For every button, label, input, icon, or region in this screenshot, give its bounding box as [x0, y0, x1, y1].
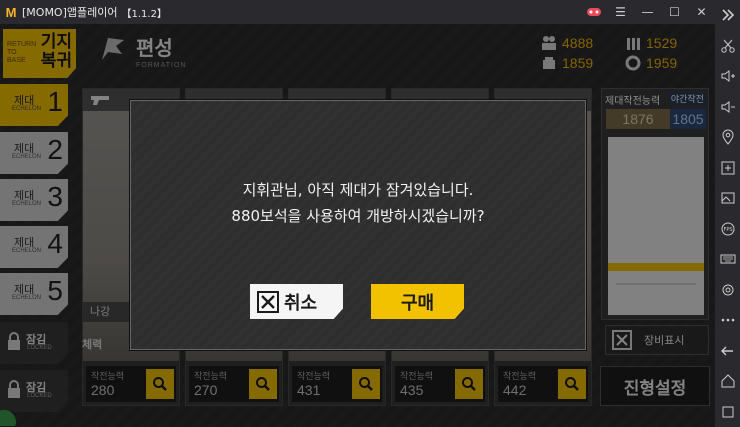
menu-icon[interactable]: ☰: [607, 0, 634, 24]
screenshot-icon[interactable]: [715, 183, 740, 214]
cancel-button[interactable]: 취소: [250, 284, 343, 319]
unlock-echelon-dialog: 지휘관님, 아직 제대가 잠겨있습니다. 880보석을 사용하여 개방하시겠습니…: [130, 100, 586, 350]
close-icon[interactable]: ✕: [688, 0, 715, 24]
cancel-label: 취소: [284, 292, 318, 314]
collapse-icon[interactable]: [715, 0, 740, 31]
close-icon: [257, 290, 279, 313]
window-version: 【1.1.2】: [121, 8, 167, 20]
window-title: [MOMO]앱플레이어: [22, 6, 118, 19]
dialog-message-line-2: 880보석을 사용하여 개방하시겠습니까?: [231, 207, 485, 225]
app-logo-icon: M: [5, 4, 17, 20]
scissors-icon[interactable]: [715, 31, 740, 62]
back-icon[interactable]: [715, 336, 740, 367]
install-apk-icon[interactable]: [715, 153, 740, 184]
emulator-sidebar: FPS: [715, 0, 740, 427]
minimize-icon[interactable]: —: [634, 0, 661, 24]
volume-down-icon[interactable]: [715, 92, 740, 123]
buy-button[interactable]: 구매: [371, 284, 464, 319]
dialog-message: 지휘관님, 아직 제대가 잠겨있습니다. 880보석을 사용하여 개방하시겠습니…: [131, 177, 585, 229]
recent-apps-icon[interactable]: [715, 397, 740, 427]
keyboard-icon[interactable]: [715, 244, 740, 275]
gamepad-icon[interactable]: [580, 0, 607, 24]
svg-text:FPS: FPS: [723, 227, 732, 233]
dialog-message-line-1: 지휘관님, 아직 제대가 잠겨있습니다.: [242, 181, 474, 199]
more-icon[interactable]: [715, 305, 740, 336]
emulator-title-bar: M [MOMO]앱플레이어 【1.1.2】 ☰ — ☐ ✕: [0, 0, 715, 24]
volume-up-icon[interactable]: [715, 61, 740, 92]
fps-icon[interactable]: FPS: [715, 214, 740, 245]
location-icon[interactable]: [715, 122, 740, 153]
buy-label: 구매: [400, 292, 435, 314]
maximize-icon[interactable]: ☐: [661, 0, 688, 24]
rotate-icon[interactable]: [715, 275, 740, 306]
game-screen: RETURN TO BASE 기지 복귀 편성 FORMATION 4888 1…: [0, 24, 715, 427]
home-icon[interactable]: [715, 366, 740, 397]
